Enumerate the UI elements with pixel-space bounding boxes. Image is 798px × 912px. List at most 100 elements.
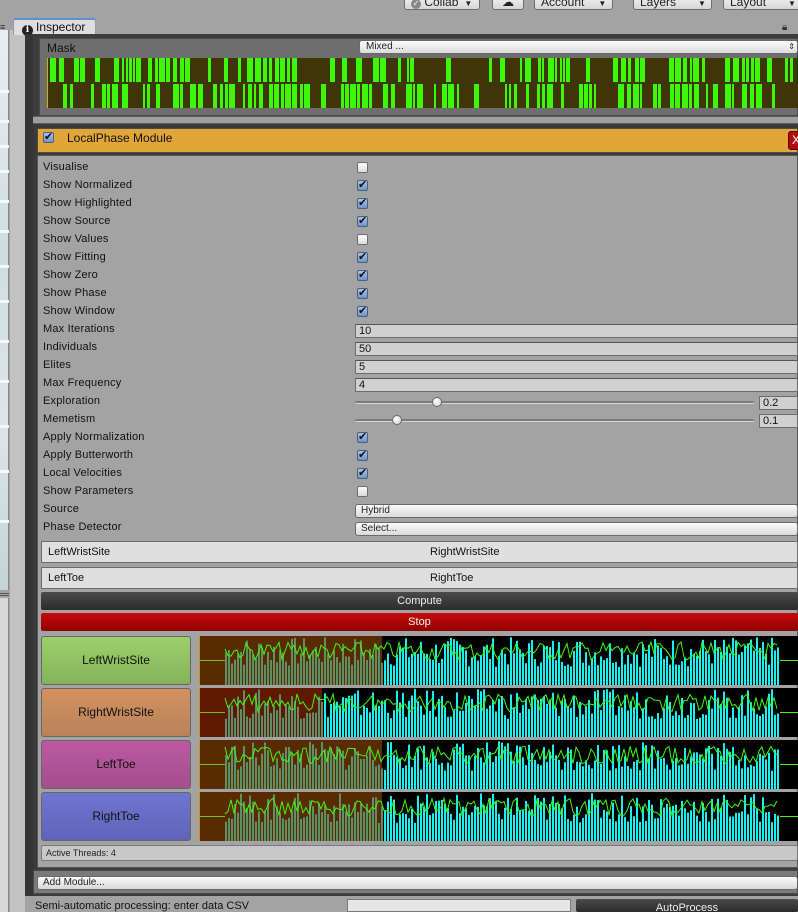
phase-bar [510,637,512,685]
mask-bar [548,58,554,82]
phase-bar [630,663,632,685]
autoprocess-button[interactable]: AutoProcess [576,899,798,912]
mask-bar [772,84,775,108]
phase-bar [579,641,581,685]
bone-button-righttoe[interactable]: RightToe [41,792,191,841]
max-iterations-field[interactable]: 10 [355,324,798,338]
phase-bar [588,799,590,841]
phase-bar [585,760,587,789]
bone-button-leftwristsite[interactable]: LeftWristSite [41,636,191,685]
phase-bar [693,653,695,685]
mask-bar [584,84,588,108]
phase-bar [729,752,731,789]
updown-arrows-icon: ⇕ [788,42,795,51]
mask-bar [220,84,223,108]
slider-handle[interactable] [391,415,402,425]
phase-bar [288,706,290,737]
slider-handle[interactable] [431,397,442,407]
layout-dropdown[interactable]: Layout ▼ [723,0,798,10]
phase-bar [525,663,527,685]
phase-bar [732,747,734,789]
phase-bar [585,814,587,841]
bone-pair-row[interactable]: LeftWristSite RightWristSite [41,541,798,563]
mask-bar [238,58,241,82]
phase-bar [522,757,524,789]
phase-bar [447,641,449,685]
phase-detector-dropdown[interactable]: Select... [355,522,798,536]
mask-bar [742,84,747,108]
phase-bar [435,644,437,685]
bone-button-lefttoe[interactable]: LeftToe [41,740,191,789]
phase-bar [378,764,380,789]
lock-icon[interactable]: 🔒︎ [782,22,787,33]
mask-bar [80,58,85,82]
phase-bar [636,692,638,737]
visualise-checkbox[interactable] [357,162,368,173]
show-normalized-checkbox[interactable] [357,178,368,191]
phase-bar [501,696,503,737]
memetism-slider[interactable] [355,415,754,425]
source-dropdown[interactable]: Hybrid [355,504,798,518]
phase-bar [399,814,401,841]
phase-bar [426,794,428,841]
mask-bar [669,58,674,82]
close-module-button[interactable]: X [788,131,798,150]
mask-bar [147,84,150,108]
tab-inspector[interactable]: i Inspector [13,18,96,36]
memetism-value-field[interactable]: 0.1 [759,414,798,428]
tab-menu-icon[interactable]: ≡ [0,22,5,32]
phase-bar [330,747,332,789]
layers-dropdown[interactable]: Layers ▼ [633,0,712,10]
show-zero-checkbox[interactable] [357,268,368,281]
phase-bar [696,815,698,841]
show-fitting-checkbox[interactable] [357,250,368,263]
phase-bar [756,761,758,789]
show-parameters-checkbox[interactable] [357,486,368,497]
apply-normalization-checkbox[interactable] [357,430,368,443]
show-phase-checkbox[interactable] [357,286,368,299]
bone-pair-row[interactable]: LeftToe RightToe [41,567,798,589]
collab-button[interactable]: ✓ Collab ▼ [404,0,480,10]
cloud-button[interactable]: ☁ [492,0,524,10]
show-source-checkbox[interactable] [357,214,368,227]
phase-bar [438,698,440,737]
phase-bar [381,700,383,737]
elites-field[interactable]: 5 [355,360,798,374]
exploration-value-field[interactable]: 0.2 [759,396,798,410]
phase-bar [495,711,497,737]
bone-button-rightwristsite[interactable]: RightWristSite [41,688,191,737]
stop-button[interactable]: Stop [41,613,798,631]
module-enabled-checkbox[interactable] [43,130,54,143]
phase-bar [747,767,749,789]
account-dropdown[interactable]: Account ▼ [534,0,613,10]
phase-bar [684,808,686,841]
mask-bar [621,58,626,82]
show-highlighted-checkbox[interactable] [357,196,368,209]
compute-button[interactable]: Compute [41,592,798,610]
mask-dropdown[interactable]: Mixed ... ⇕ [359,40,798,54]
show-window-checkbox[interactable] [357,304,368,317]
phase-bar [678,765,680,789]
local-velocities-checkbox[interactable] [357,466,368,479]
phase-bar [438,800,440,841]
phase-bar [573,814,575,841]
apply-butterworth-checkbox[interactable] [357,448,368,461]
add-module-dropdown[interactable]: Add Module... [37,876,798,890]
scene-view-edge[interactable] [0,30,9,590]
individuals-field[interactable]: 50 [355,342,798,356]
phase-bar [339,662,341,685]
phase-bar [318,764,320,789]
show-values-checkbox[interactable] [357,234,368,245]
project-panel-edge[interactable] [0,598,9,912]
phase-bar [288,747,290,789]
phase-bar [498,698,500,737]
phase-bar [663,758,665,789]
field-label: Show Fitting [43,251,106,263]
phase-bar [657,645,659,685]
mask-bar [755,58,760,82]
csv-input[interactable] [347,899,571,912]
phase-bar [639,821,641,841]
max-frequency-field[interactable]: 4 [355,378,798,392]
mask-bar [59,58,64,82]
exploration-slider[interactable] [355,397,754,407]
